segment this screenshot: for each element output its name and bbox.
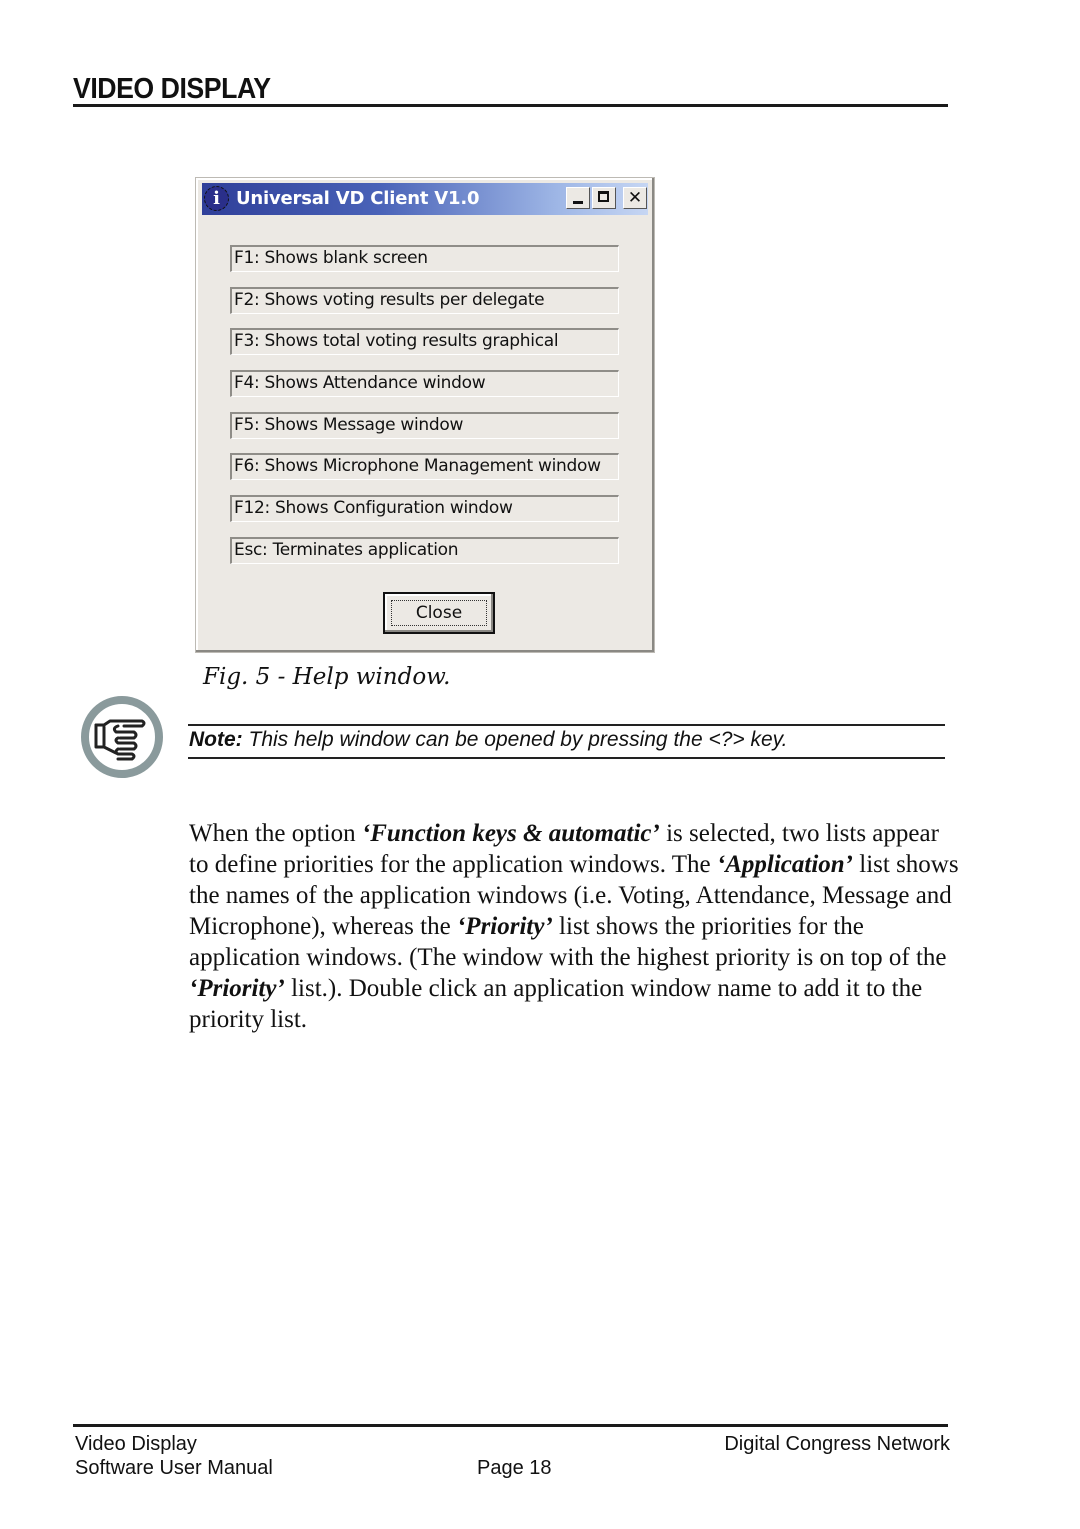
priority-list-name: ‘Priority’: [456, 913, 553, 940]
application-list-name: ‘Application’: [716, 851, 853, 878]
pointing-hand-icon: [81, 696, 163, 778]
help-item-f1: F1: Shows blank screen: [230, 245, 619, 272]
help-item-f12: F12: Shows Configuration window: [230, 495, 619, 522]
body-text-span: When the option: [189, 820, 362, 847]
footer-manual: Software User Manual: [75, 1457, 273, 1479]
window-title: Universal VD Client V1.0: [236, 188, 480, 209]
footer-section: Video Display: [75, 1433, 197, 1455]
priority-list-name: ‘Priority’: [189, 975, 285, 1002]
maximize-button[interactable]: [592, 187, 616, 209]
help-item-esc: Esc: Terminates application: [230, 537, 619, 564]
help-item-f4: F4: Shows Attendance window: [230, 370, 619, 397]
page-number: Page 18: [477, 1457, 552, 1479]
body-text-span: list.). Double click an application wind…: [189, 975, 923, 1033]
minimize-button[interactable]: [566, 187, 590, 209]
option-name: ‘Function keys & automatic’: [361, 820, 660, 847]
figure-caption: Fig. 5 - Help window.: [203, 664, 451, 690]
body-paragraph: When the option ‘Function keys & automat…: [189, 818, 959, 1035]
help-item-f2: F2: Shows voting results per delegate: [230, 287, 619, 314]
close-button[interactable]: Close: [383, 592, 495, 634]
close-window-button[interactable]: ✕: [623, 187, 647, 209]
title-rule: [73, 104, 948, 107]
window-titlebar[interactable]: i Universal VD Client V1.0 ✕: [202, 183, 648, 215]
note-body: This help window can be opened by pressi…: [242, 728, 788, 751]
footer-rule: [73, 1424, 948, 1427]
page-title: VIDEO DISPLAY: [73, 73, 271, 105]
help-window: i Universal VD Client V1.0 ✕ F1: Shows b…: [195, 177, 655, 653]
help-item-f5: F5: Shows Message window: [230, 412, 619, 439]
note-text: Note: This help window can be opened by …: [189, 728, 787, 752]
note-rule-bottom: [188, 757, 945, 759]
note-rule-top: [188, 724, 945, 726]
help-item-f3: F3: Shows total voting results graphical: [230, 328, 619, 355]
help-item-f6: F6: Shows Microphone Management window: [230, 453, 619, 480]
info-icon: i: [204, 186, 229, 211]
footer-product: Digital Congress Network: [724, 1433, 950, 1455]
close-button-label: Close: [391, 600, 487, 626]
note-label: Note:: [189, 728, 243, 751]
